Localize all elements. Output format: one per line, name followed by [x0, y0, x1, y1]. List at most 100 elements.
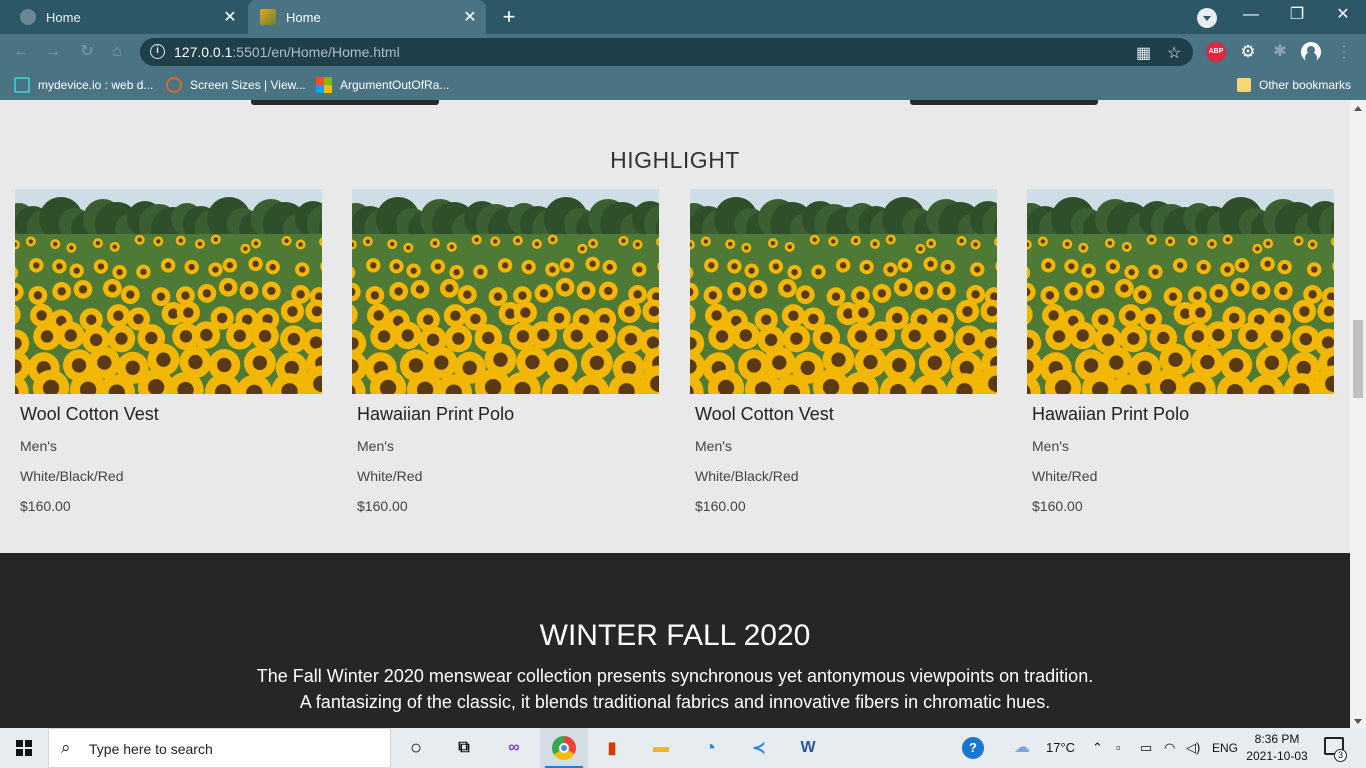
- product-image[interactable]: [15, 189, 322, 394]
- chrome-icon[interactable]: [552, 736, 576, 760]
- windows-start-icon[interactable]: [16, 740, 32, 756]
- highlight-title: HIGHLIGHT: [610, 147, 740, 173]
- collection-description-line-2: A fantasizing of the classic, it blends …: [299, 692, 1051, 712]
- product-image[interactable]: [352, 189, 659, 394]
- product-card[interactable]: Hawaiian Print Polo Men's White/Red $160…: [1027, 189, 1334, 515]
- product-price: $160.00: [1032, 498, 1083, 514]
- partial-button[interactable]: [251, 100, 439, 105]
- adblock-plus-icon[interactable]: ABP: [1206, 42, 1226, 62]
- product-name[interactable]: Wool Cotton Vest: [20, 404, 322, 425]
- screensizes-icon: [166, 77, 182, 93]
- meet-now-icon[interactable]: ▫: [1116, 740, 1121, 755]
- taskbar-search-input[interactable]: ⌕ Type here to search: [48, 728, 391, 768]
- notification-badge: 3: [1334, 749, 1347, 762]
- close-window-icon[interactable]: ✕: [1320, 0, 1366, 32]
- product-card[interactable]: Hawaiian Print Polo Men's White/Red $160…: [352, 189, 659, 515]
- edge-icon[interactable]: ◔: [698, 736, 722, 760]
- chevron-up-icon[interactable]: ⌃: [1092, 740, 1103, 756]
- search-icon: ⌕: [61, 738, 71, 757]
- other-bookmarks[interactable]: Other bookmarks: [1237, 76, 1351, 94]
- forward-icon[interactable]: →: [42, 42, 64, 62]
- wifi-icon[interactable]: ◠: [1164, 740, 1175, 756]
- product-name[interactable]: Wool Cotton Vest: [695, 404, 997, 425]
- new-tab-icon[interactable]: +: [496, 5, 522, 29]
- collection-description-line-1: The Fall Winter 2020 menswear collection…: [256, 666, 1094, 686]
- profile-avatar-icon[interactable]: [1301, 42, 1321, 62]
- close-tab-icon[interactable]: ✕: [220, 7, 240, 27]
- sunflower-field-illustration: [690, 189, 997, 394]
- search-placeholder: Type here to search: [89, 741, 213, 757]
- restore-icon[interactable]: ❐: [1274, 0, 1320, 32]
- help-icon[interactable]: ?: [962, 737, 984, 759]
- sunflower-field-illustration: [15, 189, 322, 394]
- url-text[interactable]: 127.0.0.1:5501/en/Home/Home.html: [174, 44, 400, 60]
- tab-favicon: [260, 9, 276, 25]
- browser-tab-2[interactable]: Home ✕: [248, 0, 486, 34]
- bookmark-label: Screen Sizes | View...: [190, 78, 306, 92]
- vscode-icon[interactable]: ≺: [747, 736, 771, 760]
- tab-favicon: [20, 9, 36, 25]
- product-colors: White/Red: [357, 468, 423, 484]
- battery-icon[interactable]: ▭: [1140, 740, 1152, 756]
- word-icon[interactable]: W: [796, 736, 820, 760]
- product-price: $160.00: [357, 498, 408, 514]
- language-indicator[interactable]: ENG: [1212, 741, 1238, 755]
- windows-taskbar: ⌕ Type here to search ○ ⧉ ∞ ▮ ▬ ◔ ≺ W ? …: [0, 728, 1366, 768]
- qr-code-icon[interactable]: ▦: [1136, 43, 1151, 63]
- product-name[interactable]: Hawaiian Print Polo: [1032, 404, 1334, 425]
- microsoft-icon: [316, 77, 332, 93]
- page-scrollbar[interactable]: [1350, 100, 1366, 728]
- gear-icon[interactable]: ⚙: [1238, 42, 1258, 62]
- browser-tab-bar: Home ✕ Home ✕ + — ❐ ✕: [0, 0, 1366, 34]
- back-icon[interactable]: ←: [10, 42, 32, 62]
- weather-icon[interactable]: ☁: [1014, 737, 1030, 757]
- minimize-icon[interactable]: —: [1228, 0, 1274, 32]
- tab-title: Home: [46, 9, 81, 25]
- tab-title: Home: [286, 9, 321, 25]
- product-card[interactable]: Wool Cotton Vest Men's White/Black/Red $…: [690, 189, 997, 515]
- clock-date: 2021-10-03: [1246, 749, 1308, 763]
- page-viewport: HIGHLIGHT Wool Cotton Vest Men's White/B…: [0, 100, 1350, 728]
- visual-studio-icon[interactable]: ∞: [502, 736, 526, 760]
- address-bar[interactable]: i 127.0.0.1:5501/en/Home/Home.html ▦ ☆: [140, 38, 1193, 66]
- bookmark-screen-sizes[interactable]: Screen Sizes | View...: [166, 76, 306, 94]
- bookmark-mydevice[interactable]: mydevice.io : web d...: [14, 76, 153, 94]
- folder-icon: [1237, 78, 1251, 92]
- bookmark-star-icon[interactable]: ☆: [1167, 43, 1181, 63]
- office-icon[interactable]: ▮: [600, 736, 624, 760]
- product-card[interactable]: Wool Cotton Vest Men's White/Black/Red $…: [15, 189, 322, 515]
- sunflower-field-illustration: [1027, 189, 1334, 394]
- home-icon[interactable]: ⌂: [106, 42, 128, 62]
- product-colors: White/Red: [1032, 468, 1098, 484]
- product-colors: White/Black/Red: [20, 468, 124, 484]
- scroll-up-icon[interactable]: [1354, 106, 1362, 111]
- product-image[interactable]: [690, 189, 997, 394]
- reload-icon[interactable]: ↻: [76, 42, 98, 62]
- sunflower-field-illustration: [352, 189, 659, 394]
- product-image[interactable]: [1027, 189, 1334, 394]
- close-tab-icon[interactable]: ✕: [460, 7, 480, 27]
- browser-tab-1[interactable]: Home ✕: [8, 0, 246, 34]
- scroll-down-icon[interactable]: [1354, 719, 1362, 724]
- product-colors: White/Black/Red: [695, 468, 799, 484]
- clock[interactable]: 8:36 PM 2021-10-03: [1246, 731, 1308, 765]
- partial-button[interactable]: [910, 100, 1098, 105]
- product-price: $160.00: [20, 498, 71, 514]
- bookmark-argument[interactable]: ArgumentOutOfRa...: [316, 76, 449, 94]
- product-category: Men's: [20, 438, 57, 454]
- task-view-icon[interactable]: ⧉: [452, 736, 476, 760]
- scroll-thumb[interactable]: [1353, 320, 1363, 398]
- product-name[interactable]: Hawaiian Print Polo: [357, 404, 659, 425]
- bookmark-label: ArgumentOutOfRa...: [340, 78, 450, 92]
- clock-time: 8:36 PM: [1254, 732, 1300, 746]
- weather-temperature[interactable]: 17°C: [1046, 740, 1075, 755]
- extensions-icon[interactable]: ✱: [1270, 42, 1290, 62]
- cortana-icon[interactable]: ○: [404, 736, 428, 760]
- site-info-icon[interactable]: i: [150, 44, 165, 59]
- volume-icon[interactable]: ◁): [1186, 740, 1200, 756]
- more-menu-icon[interactable]: ⋮: [1334, 42, 1354, 62]
- product-category: Men's: [357, 438, 394, 454]
- file-explorer-icon[interactable]: ▬: [649, 736, 673, 760]
- tab-search-icon[interactable]: [1197, 8, 1217, 28]
- bookmark-label: mydevice.io : web d...: [38, 78, 154, 92]
